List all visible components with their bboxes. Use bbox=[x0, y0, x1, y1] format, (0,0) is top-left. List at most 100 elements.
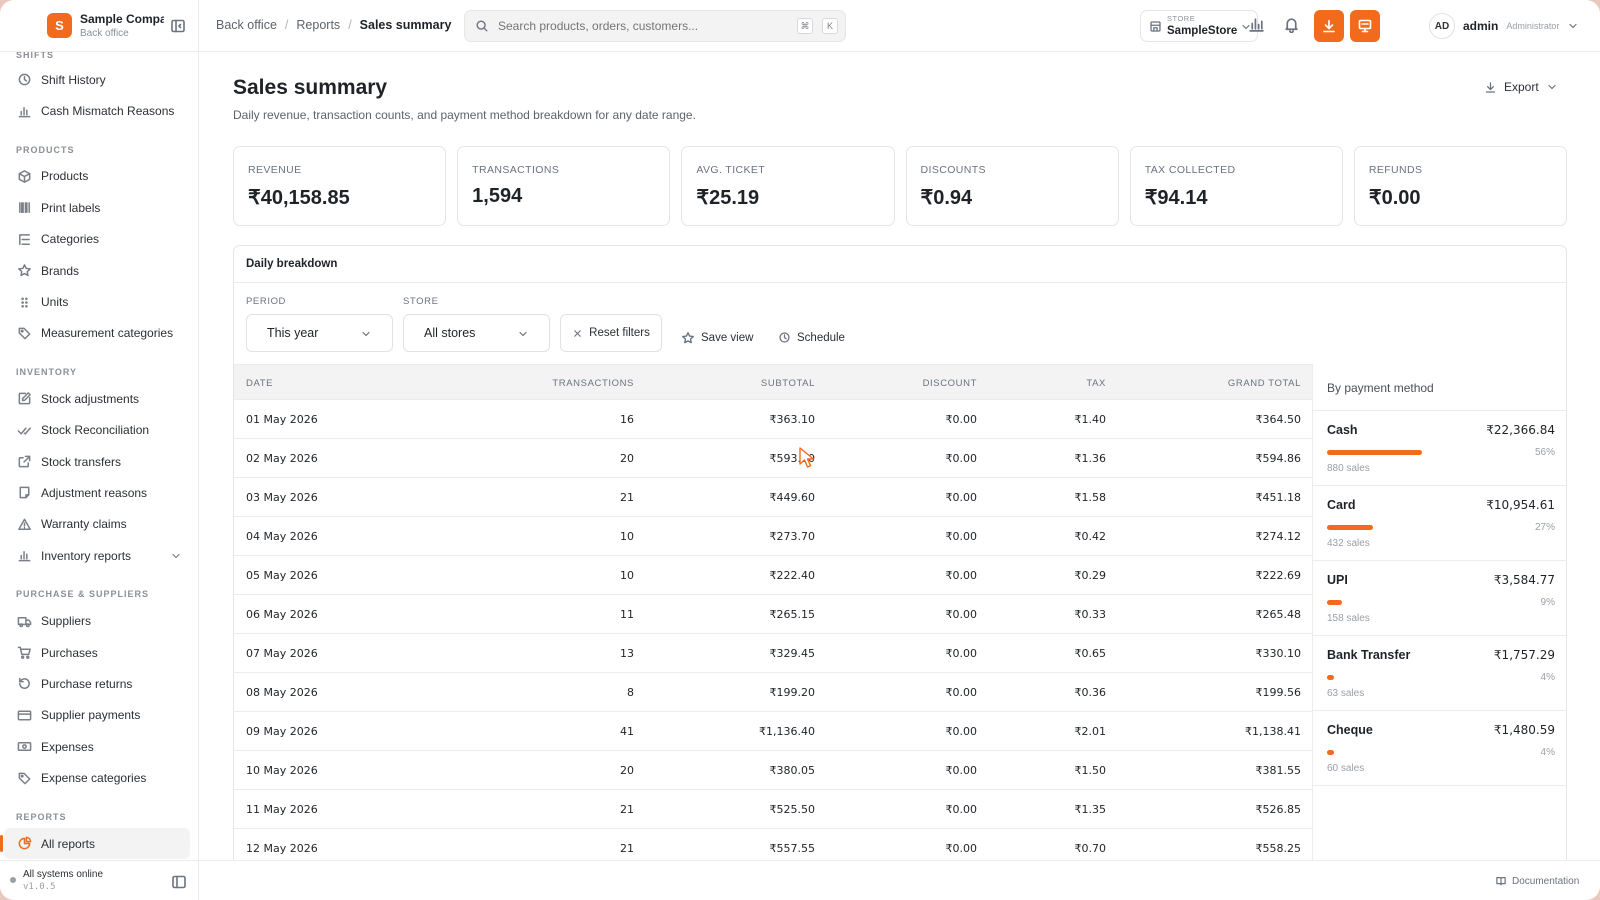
search-input[interactable] bbox=[498, 19, 788, 33]
sidebar-item-label: Inventory reports bbox=[41, 548, 132, 563]
kpi-card-refunds: REFUNDS ₹0.00 bbox=[1353, 146, 1568, 226]
col-subtotal[interactable]: SUBTOTAL bbox=[761, 378, 815, 389]
payment-share-bar bbox=[1327, 600, 1342, 605]
search-icon bbox=[475, 19, 489, 33]
sidebar-item-measurement-categories[interactable]: Measurement categories bbox=[0, 318, 190, 349]
cell-discount: ₹0.00 bbox=[945, 647, 978, 660]
payment-method-amount: ₹3,584.77 bbox=[1493, 573, 1555, 587]
breadcrumb-back-office[interactable]: Back office bbox=[216, 18, 277, 32]
chevron-down-icon bbox=[1546, 81, 1558, 93]
table-row[interactable]: 07 May 2026 13 ₹329.45 ₹0.00 ₹0.65 ₹330.10 bbox=[234, 634, 1312, 673]
sidebar-item-all-reports[interactable]: All reports bbox=[0, 827, 190, 860]
sidebar-item-label: Adjustment reasons bbox=[41, 485, 148, 500]
pos-terminal-button[interactable] bbox=[1350, 10, 1380, 42]
table-row[interactable]: 03 May 2026 21 ₹449.60 ₹0.00 ₹1.58 ₹451.18 bbox=[234, 478, 1312, 517]
table-row[interactable]: 06 May 2026 11 ₹265.15 ₹0.00 ₹0.33 ₹265.48 bbox=[234, 595, 1312, 634]
table-row[interactable]: 05 May 2026 10 ₹222.40 ₹0.00 ₹0.29 ₹222.69 bbox=[234, 556, 1312, 595]
cell-grand-total: ₹594.86 bbox=[1255, 452, 1302, 465]
sidebar-item-purchases[interactable]: Purchases bbox=[0, 637, 190, 668]
cell-discount: ₹0.00 bbox=[945, 803, 978, 816]
cell-grand-total: ₹451.18 bbox=[1255, 491, 1302, 504]
sidebar-item-categories[interactable]: Categories bbox=[0, 224, 190, 255]
truck-icon bbox=[17, 614, 32, 629]
col-grand-total[interactable]: GRAND TOTAL bbox=[1228, 378, 1301, 389]
documentation-link[interactable]: Documentation bbox=[1495, 875, 1579, 887]
brand-logo: S bbox=[47, 13, 72, 38]
cell-date: 02 May 2026 bbox=[246, 452, 318, 465]
download-button[interactable] bbox=[1314, 10, 1344, 42]
sidebar-item-suppliers[interactable]: Suppliers bbox=[0, 605, 190, 636]
payment-method-upi[interactable]: UPI ₹3,584.77 9% 158 sales bbox=[1313, 561, 1566, 636]
col-tax[interactable]: TAX bbox=[1086, 378, 1106, 389]
table-row[interactable]: 04 May 2026 10 ₹273.70 ₹0.00 ₹0.42 ₹274.12 bbox=[234, 517, 1312, 556]
sidebar-item-stock-reconciliation[interactable]: Stock Reconciliation bbox=[0, 415, 190, 446]
chevron-down-icon bbox=[170, 550, 182, 562]
sidebar-item-units[interactable]: Units bbox=[0, 286, 190, 317]
kpi-label: AVG. TICKET bbox=[696, 164, 766, 176]
nav-section-shifts: Shifts bbox=[16, 52, 55, 60]
table-body: 01 May 2026 16 ₹363.10 ₹0.00 ₹1.40 ₹364.50 02 … bbox=[234, 400, 1312, 860]
table-row[interactable]: 09 May 2026 41 ₹1,136.40 ₹0.00 ₹2.01 ₹1,138.4… bbox=[234, 712, 1312, 751]
table-row[interactable]: 02 May 2026 20 ₹593.50 ₹0.00 ₹1.36 ₹594.86 bbox=[234, 439, 1312, 478]
bar-chart-icon bbox=[17, 548, 32, 563]
cell-tax: ₹2.01 bbox=[1074, 725, 1107, 738]
col-date[interactable]: DATE bbox=[246, 378, 273, 389]
kpi-card-discounts: DISCOUNTS ₹0.94 bbox=[905, 146, 1119, 226]
sidebar-item-expenses[interactable]: Expenses bbox=[0, 731, 190, 762]
save-view-button[interactable]: Save view bbox=[681, 331, 753, 345]
user-menu[interactable]: AD admin Administrator bbox=[1429, 13, 1579, 39]
sidebar-item-stock-transfers[interactable]: Stock transfers bbox=[0, 446, 190, 477]
store-filter-select[interactable]: All stores bbox=[403, 314, 550, 352]
export-button[interactable]: Export bbox=[1484, 80, 1558, 94]
period-select[interactable]: This year bbox=[246, 314, 393, 352]
table-row[interactable]: 11 May 2026 21 ₹525.50 ₹0.00 ₹1.35 ₹526.85 bbox=[234, 790, 1312, 829]
breadcrumb-reports[interactable]: Reports bbox=[296, 18, 340, 32]
payment-method-cash[interactable]: Cash ₹22,366.84 56% 880 sales bbox=[1313, 411, 1566, 486]
table-row[interactable]: 01 May 2026 16 ₹363.10 ₹0.00 ₹1.40 ₹364.50 bbox=[234, 400, 1312, 439]
table-row[interactable]: 10 May 2026 20 ₹380.05 ₹0.00 ₹1.50 ₹381.55 bbox=[234, 751, 1312, 790]
col-discount[interactable]: DISCOUNT bbox=[923, 378, 977, 389]
save-view-label: Save view bbox=[701, 332, 754, 344]
sidebar-toggle-icon[interactable] bbox=[170, 18, 186, 34]
sidebar-item-expense-categories[interactable]: Expense categories bbox=[0, 762, 190, 793]
sidebar-item-brands[interactable]: Brands bbox=[0, 255, 190, 286]
cell-transactions: 20 bbox=[620, 764, 634, 777]
sidebar-item-cash-mismatch-reasons[interactable]: Cash Mismatch Reasons bbox=[0, 95, 190, 126]
search-bar[interactable]: ⌘ K bbox=[464, 10, 846, 42]
payment-method-card[interactable]: Card ₹10,954.61 27% 432 sales bbox=[1313, 486, 1566, 561]
user-role: Administrator bbox=[1506, 21, 1560, 31]
cell-tax: ₹1.40 bbox=[1074, 413, 1107, 426]
brand[interactable]: S Sample Company Back office bbox=[0, 0, 199, 52]
cell-discount: ₹0.00 bbox=[945, 452, 978, 465]
table-row[interactable]: 08 May 2026 8 ₹199.20 ₹0.00 ₹0.36 ₹199.56 bbox=[234, 673, 1312, 712]
sidebar-item-label: Expense categories bbox=[41, 771, 147, 786]
sidebar-item-products[interactable]: Products bbox=[0, 161, 190, 192]
cell-date: 03 May 2026 bbox=[246, 491, 318, 504]
sidebar-item-inventory-reports[interactable]: Inventory reports bbox=[0, 540, 190, 571]
cell-transactions: 21 bbox=[620, 803, 634, 816]
collapse-sidebar-icon[interactable] bbox=[171, 874, 187, 890]
payment-share-bar bbox=[1327, 450, 1422, 455]
sidebar-item-print-labels[interactable]: Print labels bbox=[0, 192, 190, 223]
sidebar-item-warranty-claims[interactable]: Warranty claims bbox=[0, 509, 190, 540]
sidebar-item-adjustment-reasons[interactable]: Adjustment reasons bbox=[0, 477, 190, 508]
kpi-value: ₹0.94 bbox=[920, 187, 973, 209]
schedule-button[interactable]: Schedule bbox=[778, 331, 845, 344]
sidebar-item-stock-adjustments[interactable]: Stock adjustments bbox=[0, 383, 190, 414]
payment-method-bank-transfer[interactable]: Bank Transfer ₹1,757.29 4% 63 sales bbox=[1313, 636, 1566, 711]
store-selector[interactable]: STORE SampleStore bbox=[1140, 10, 1258, 42]
payment-method-cheque[interactable]: Cheque ₹1,480.59 4% 60 sales bbox=[1313, 711, 1566, 786]
reset-filters-button[interactable]: Reset filters bbox=[560, 314, 662, 352]
sidebar-item-purchase-returns[interactable]: Purchase returns bbox=[0, 668, 190, 699]
sidebar-item-shift-history[interactable]: Shift History bbox=[0, 64, 190, 95]
table-row[interactable]: 12 May 2026 21 ₹557.55 ₹0.00 ₹0.70 ₹558.25 bbox=[234, 829, 1312, 860]
col-transactions[interactable]: TRANSACTIONS bbox=[552, 378, 634, 389]
bell-icon[interactable] bbox=[1283, 16, 1300, 33]
analytics-icon[interactable] bbox=[1248, 16, 1265, 33]
cell-date: 01 May 2026 bbox=[246, 413, 318, 426]
payment-share-bar bbox=[1327, 675, 1334, 680]
cell-transactions: 10 bbox=[620, 569, 634, 582]
payment-method-name: Bank Transfer bbox=[1327, 648, 1411, 662]
payment-method-panel: By payment method Cash ₹22,366.84 56% 88… bbox=[1312, 364, 1566, 860]
sidebar-item-supplier-payments[interactable]: Supplier payments bbox=[0, 700, 190, 731]
